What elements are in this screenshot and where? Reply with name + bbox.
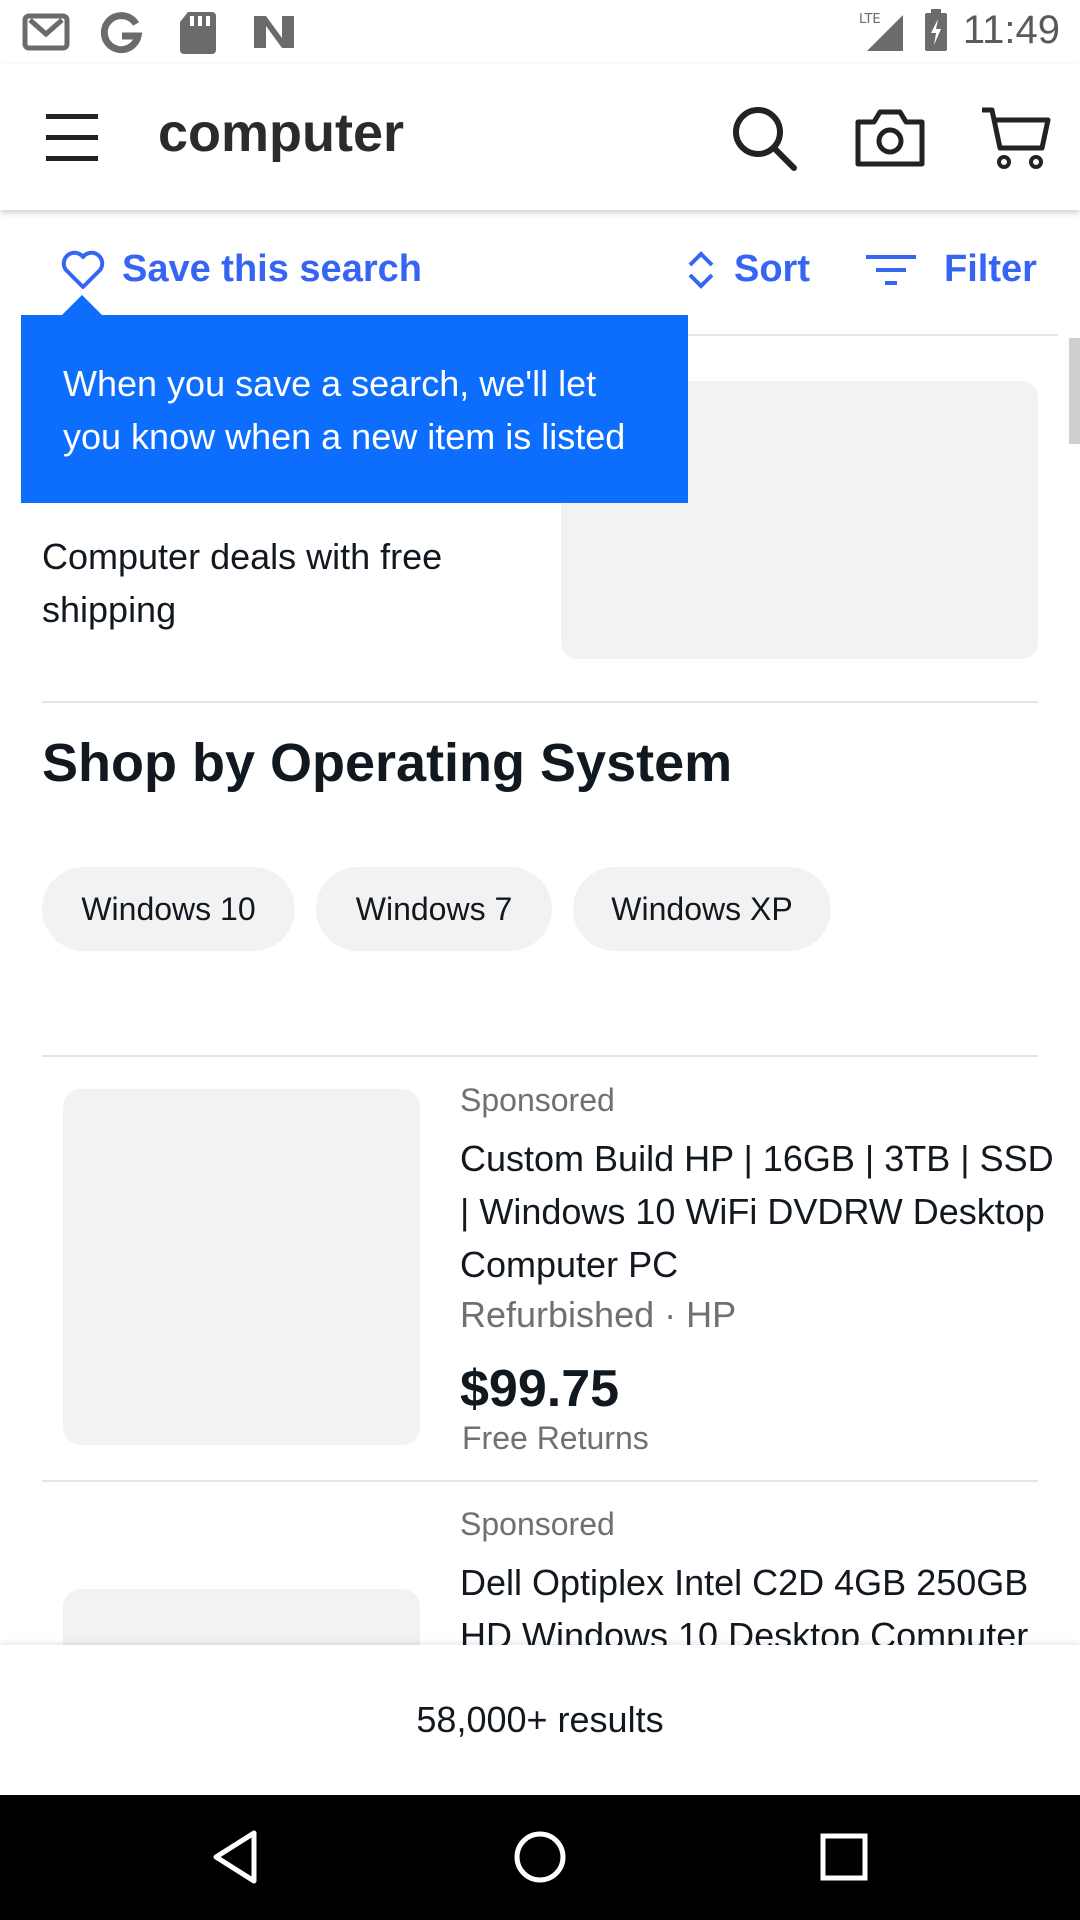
filter-label: Filter [944,248,1037,290]
listing-image[interactable] [63,1089,420,1445]
save-search-label: Save this search [122,248,422,290]
save-search-tooltip[interactable]: When you save a search, we'll let you kn… [21,315,688,503]
filter-icon [866,254,916,285]
chip-windows-10[interactable]: Windows 10 [42,867,295,951]
deal-title[interactable]: Computer deals with free shipping [42,530,502,636]
listing-title[interactable]: Custom Build HP | 16GB | 3TB | SSD | Win… [460,1132,1056,1291]
sd-card-icon [180,12,216,54]
tooltip-text: When you save a search, we'll let you kn… [63,363,626,457]
recents-icon[interactable] [814,1827,874,1887]
heart-icon [61,250,105,289]
home-icon[interactable] [510,1827,570,1887]
status-bar: LTE 11:49 [0,0,1080,64]
search-icon[interactable] [726,100,802,176]
google-icon [100,12,143,54]
system-nav-bar [0,1795,1080,1920]
clock: 11:49 [962,8,1060,52]
listing-condition: Refurbished · HP [460,1294,737,1335]
status-left-icons [22,10,298,54]
status-right: LTE 11:49 [859,8,1060,53]
listing-price: $99.75 [460,1360,620,1418]
news-icon [254,16,294,48]
results-count: 58,000+ results [416,1699,664,1740]
battery-icon [924,8,947,51]
divider [42,1055,1038,1057]
sponsored-label: Sponsored [460,1082,615,1118]
results-count-bar: 58,000+ results [0,1645,1080,1795]
camera-icon[interactable] [852,100,928,176]
back-icon[interactable] [206,1827,266,1887]
app-bar: computer [0,64,1080,210]
sort-label: Sort [734,248,810,290]
sort-button[interactable]: Sort [686,248,810,291]
chip-windows-xp[interactable]: Windows XP [573,867,831,951]
sort-icon [688,250,714,289]
network-label: LTE [859,12,881,27]
gmail-icon [22,13,70,51]
filter-button[interactable]: Filter [866,248,1037,291]
save-search-button[interactable]: Save this search [60,248,422,291]
cart-icon[interactable] [978,100,1054,176]
signal-icon: LTE [859,12,903,51]
scrollbar-thumb[interactable] [1069,338,1080,444]
tooltip-arrow [62,295,102,315]
listing-returns: Free Returns [462,1420,649,1456]
search-query[interactable]: computer [158,102,404,164]
divider [42,701,1038,703]
section-title: Shop by Operating System [42,733,733,793]
menu-icon[interactable] [40,106,110,170]
sponsored-label: Sponsored [460,1506,615,1542]
divider [42,1480,1038,1482]
chip-windows-7[interactable]: Windows 7 [316,867,552,951]
